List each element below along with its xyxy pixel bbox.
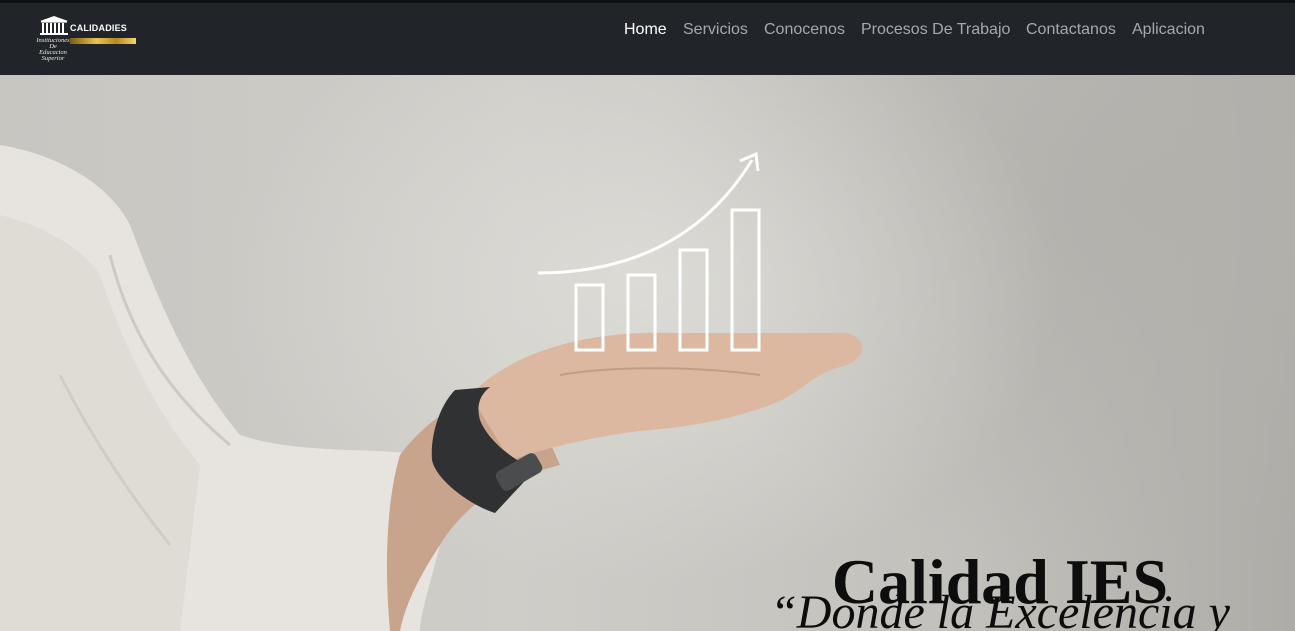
growth-chart-icon: [537, 151, 761, 352]
nav-item-contactanos[interactable]: Contactanos: [1026, 21, 1116, 39]
nav-item-servicios[interactable]: Servicios: [683, 21, 748, 39]
building-icon: [40, 16, 68, 35]
open-hand: [470, 332, 863, 460]
navbar: CALIDADIES Instituciones De Educacion Su…: [0, 3, 1295, 75]
nav-item-procesos-de-trabajo[interactable]: Procesos De Trabajo: [861, 21, 1010, 39]
nav-item-aplicacion[interactable]: Aplicacion: [1132, 21, 1205, 39]
nav-item-conocenos[interactable]: Conocenos: [764, 21, 845, 39]
logo-name: CALIDADIES: [70, 23, 128, 33]
logo-subtitle: Instituciones De Educacion Superior: [35, 37, 71, 62]
logo-gold-bar: [70, 38, 136, 44]
logo-subtitle-line: Superior: [41, 55, 65, 62]
nav-item-home[interactable]: Home: [624, 21, 667, 39]
hero-tagline: “Donde la Excelencia y: [770, 586, 1230, 631]
hero-banner: Calidad IES “Donde la Excelencia y: [0, 75, 1295, 631]
brand-logo[interactable]: CALIDADIES Instituciones De Educacion Su…: [35, 16, 140, 66]
